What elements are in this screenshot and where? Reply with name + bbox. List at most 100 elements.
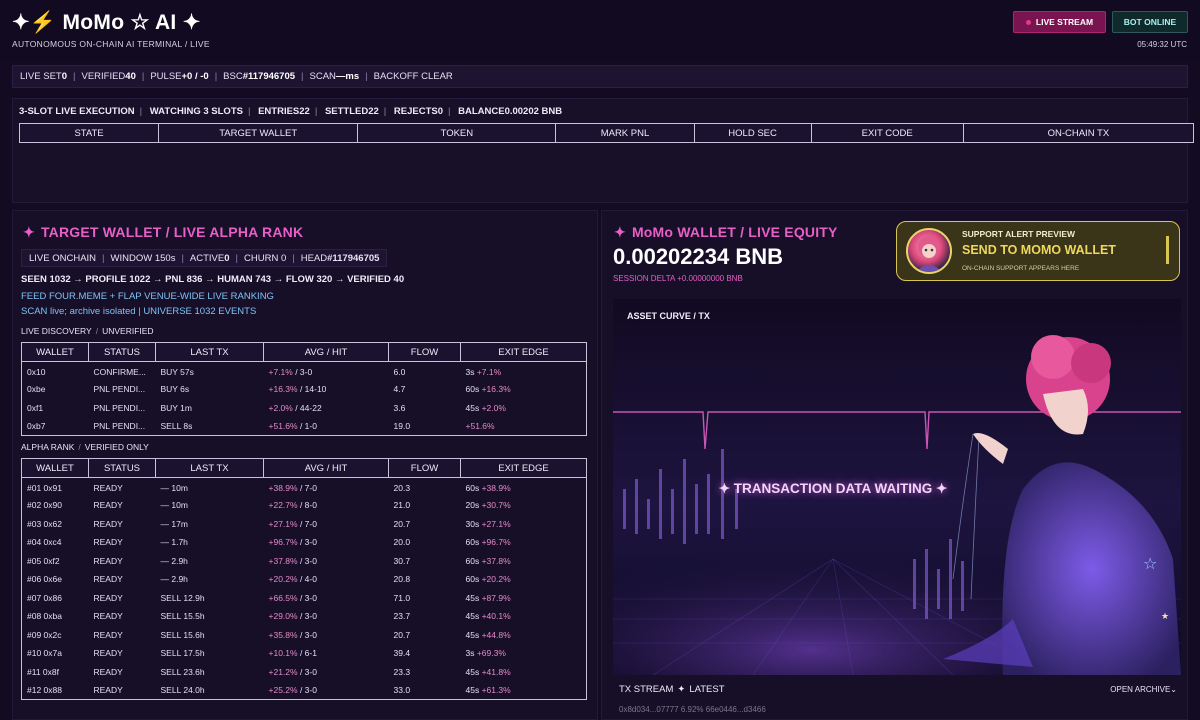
status-cell: READY [93,592,123,603]
tx-stream-row[interactable]: 0x8d034...07777 6.92% 66e0446...d3466 [619,705,766,714]
avg-hit-cell: +25.2% / 3-0 [264,681,389,700]
table-row[interactable]: #10 0x7a READY SELL 17.5h +10.1% / 6-1 39.4 3… [22,644,587,663]
table-row[interactable]: #05 0xf2 READY — 2.9h +37.8% / 3-0 30.7 60s +… [22,552,587,571]
wallet-cell[interactable]: #08 0xba [22,607,89,626]
status-cell: READY [93,574,123,585]
avg-hit-cell: +21.2% / 3-0 [264,663,389,682]
live-stream-button[interactable]: LIVE STREAM [1013,11,1106,33]
alpha-rank-table: WALLET STATUS LAST TX AVG / HIT FLOW EXI… [21,458,587,700]
drag-handle-icon[interactable] [1166,236,1169,264]
exit-edge-cell: 45s +41.8% [461,663,587,682]
column-header[interactable]: STATUS [88,342,156,362]
column-header[interactable]: STATUS [88,458,156,478]
hit-value: / 3-0 [297,685,317,695]
column-header[interactable]: EXIT EDGE [460,458,587,478]
exit-value: +51.6% [465,421,495,431]
table-row[interactable]: 0x10 CONFIRME... BUY 57s +7.1% / 3-0 6.0 3s +… [22,362,587,381]
table-row[interactable]: #12 0x88 READY SELL 24.0h +25.2% / 3-0 33.0 4… [22,681,587,700]
table-row[interactable]: #11 0x8f READY SELL 23.6h +21.2% / 3-0 23.3 4… [22,663,587,682]
avg-hit-cell: +37.8% / 3-0 [264,552,389,571]
wallet-cell[interactable]: 0xf1 [22,399,89,418]
avg-hit-cell: +20.2% / 4-0 [264,570,389,589]
support-alert-card[interactable]: SUPPORT ALERT PREVIEW SEND TO MOMO WALLE… [896,221,1180,281]
status-cell: READY [93,629,123,640]
column-header[interactable]: TOKEN [357,123,557,143]
tx-stream-header: TX STREAM ✦ LATEST [619,684,725,695]
table-row[interactable]: #01 0x91 READY — 10m +38.9% / 7-0 20.3 60s +3… [22,478,587,497]
wallet-equity-title: ✦ MoMo WALLET / LIVE EQUITY [614,224,838,240]
column-header[interactable]: WALLET [21,458,89,478]
hit-value: / 4-0 [297,574,317,585]
column-header[interactable]: AVG / HIT [263,342,389,362]
exit-edge-cell: 30s +27.1% [461,515,587,534]
column-header[interactable]: LAST TX [155,458,264,478]
column-header[interactable]: HOLD SEC [693,123,812,143]
avg-hit-cell: +2.0% / 44-22 [264,399,389,418]
exit-edge-cell: 45s +87.9% [461,589,587,608]
column-header[interactable]: FLOW [388,342,461,362]
avg-value: +37.8% [268,555,298,566]
open-archive-link[interactable]: OPEN ARCHIVE⌄ [1110,685,1177,694]
last-tx-cell: SELL 23.6h [160,666,205,677]
table-row[interactable]: 0xb7 PNL PENDI... SELL 8s +51.6% / 1-0 19.0 +… [22,417,587,436]
table-row[interactable]: #06 0x6e READY — 2.9h +20.2% / 4-0 20.8 60s +… [22,570,587,589]
wallet-cell[interactable]: #10 0x7a [22,644,89,663]
column-header[interactable]: WALLET [21,342,89,362]
column-header[interactable]: AVG / HIT [263,458,389,478]
table-row[interactable]: #02 0x90 READY — 10m +22.7% / 8-0 21.0 20s +3… [22,496,587,515]
column-header[interactable]: MARK PNL [555,123,695,143]
exit-value: +44.8% [481,629,511,640]
table-row[interactable]: #08 0xba READY SELL 15.5h +29.0% / 3-0 23.7 4… [22,607,587,626]
table-row[interactable]: #09 0x2c READY SELL 15.6h +35.8% / 3-0 20.7 4… [22,626,587,645]
avg-value: +20.2% [268,574,298,585]
exit-value: +87.9% [481,592,511,603]
exit-edge-cell: 45s +61.3% [461,681,587,700]
bot-online-badge[interactable]: BOT ONLINE [1112,11,1188,33]
transaction-waiting-message: ✦ TRANSACTION DATA WAITING ✦ [718,481,948,496]
table-row[interactable]: #03 0x62 READY — 17m +27.1% / 7-0 20.7 30s +2… [22,515,587,534]
table-row[interactable]: 0xf1 PNL PENDI... BUY 1m +2.0% / 44-22 3.6 45… [22,399,587,418]
exit-time: 60s [465,574,482,585]
wallet-cell[interactable]: 0x10 [22,362,89,381]
table-row[interactable]: #07 0x86 READY SELL 12.9h +66.5% / 3-0 71.0 4… [22,589,587,608]
column-header[interactable]: FLOW [388,458,461,478]
hit-value: / 8-0 [297,500,317,511]
table-row[interactable]: #04 0xc4 READY — 1.7h +96.7% / 3-0 20.0 60s +… [22,533,587,552]
column-header[interactable]: LAST TX [155,342,264,362]
column-header[interactable]: STATE [18,123,160,143]
column-header[interactable]: ON-CHAIN TX [962,123,1195,143]
column-header[interactable]: EXIT EDGE [460,342,587,362]
status-cell: READY [93,518,123,529]
flow-cell: 39.4 [393,648,411,659]
wallet-cell[interactable]: 0xbe [22,380,89,399]
status-cell: PNL PENDI... [93,384,146,395]
feed-info: FEED FOUR.MEME + FLAP VENUE-WIDE LIVE RA… [21,291,274,302]
wallet-cell[interactable]: #06 0x6e [22,570,89,589]
alpha-rank-label: ALPHA RANK / VERIFIED ONLY [21,442,149,452]
sparkle-icon: ✦ [12,11,30,34]
asset-curve-label: ASSET CURVE / TX [627,311,710,321]
avg-value: +35.8% [268,629,298,640]
asset-curve-chart: ☆ ★ ASSET CURVE / TX ✦ TRANSACTION DATA … [613,299,1181,675]
avg-hit-cell: +66.5% / 3-0 [264,589,389,608]
wallet-cell[interactable]: #07 0x86 [22,589,89,608]
wallet-cell[interactable]: #11 0x8f [22,663,89,682]
hit-value: / 3-0 [297,629,317,640]
column-header[interactable]: EXIT CODE [810,123,964,143]
brand-title: MoMo ☆ AI ✦ [62,11,201,34]
live-discovery-label: LIVE DISCOVERY / UNVERIFIED [21,326,154,336]
wallet-cell[interactable]: #12 0x88 [22,681,89,700]
wallet-cell[interactable]: #02 0x90 [22,496,89,515]
wallet-cell[interactable]: #05 0xf2 [22,552,89,571]
wallet-cell[interactable]: #03 0x62 [22,515,89,534]
flow-cell: 23.7 [393,611,411,622]
exit-time: 30s [465,518,482,529]
sparkle-icon: ✦ [677,684,686,695]
wallet-cell[interactable]: 0xb7 [22,417,89,436]
column-header[interactable]: TARGET WALLET [158,123,359,143]
avg-value: +29.0% [268,611,298,622]
table-row[interactable]: 0xbe PNL PENDI... BUY 6s +16.3% / 14-10 4.7 6… [22,380,587,399]
wallet-cell[interactable]: #01 0x91 [22,478,89,497]
wallet-cell[interactable]: #04 0xc4 [22,533,89,552]
wallet-cell[interactable]: #09 0x2c [22,626,89,645]
